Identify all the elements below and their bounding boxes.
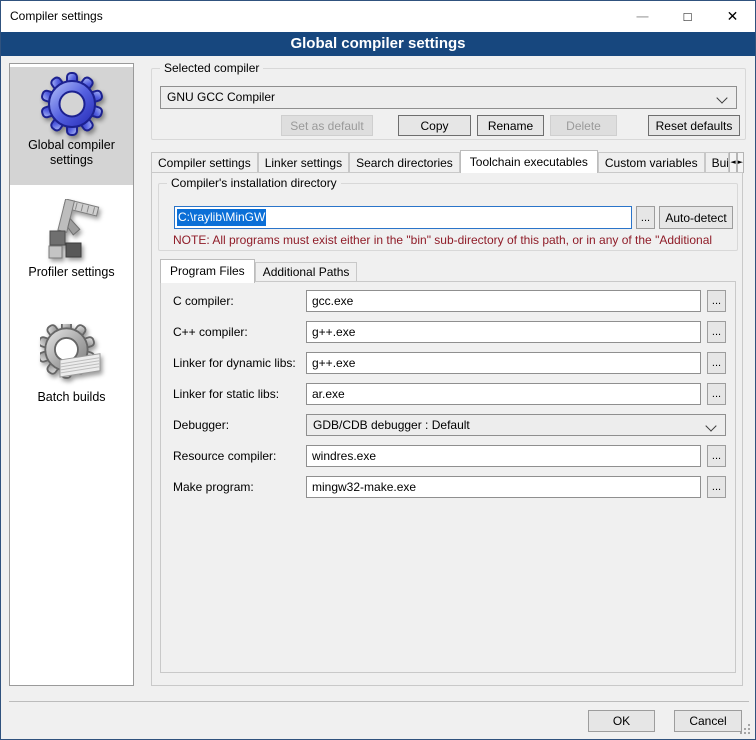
make-program-browse-button[interactable]: ... (707, 476, 726, 498)
set-as-default-button: Set as default (281, 115, 373, 136)
caption-buttons: — □ ✕ (620, 1, 755, 31)
sidebar-item-batch-builds[interactable]: Batch builds (10, 319, 133, 419)
minimize-button[interactable]: — (620, 1, 665, 31)
make-program-label: Make program: (173, 480, 254, 494)
footer-divider (9, 701, 749, 702)
blue-gear-icon (40, 72, 104, 136)
toolchain-executables-panel: Compiler's installation directory C:\ray… (151, 172, 743, 686)
cpp-compiler-label: C++ compiler: (173, 325, 248, 339)
window-title: Compiler settings (10, 9, 103, 23)
c-compiler-label: C compiler: (173, 294, 234, 308)
c-compiler-browse-button[interactable]: ... (707, 290, 726, 312)
program-files-panel: C compiler: ... C++ compiler: ... Linker… (160, 281, 736, 673)
selected-text: C:\raylib\MinGW (177, 209, 266, 226)
gray-gear-stack-icon (40, 324, 104, 388)
tab-program-files[interactable]: Program Files (160, 259, 255, 283)
ok-button[interactable]: OK (588, 710, 655, 732)
reset-defaults-button[interactable]: Reset defaults (648, 115, 740, 136)
group-label: Selected compiler (160, 61, 263, 75)
tab-compiler-settings[interactable]: Compiler settings (151, 152, 258, 173)
resize-grip[interactable] (748, 724, 750, 726)
dialog-banner-title: Global compiler settings (1, 32, 755, 56)
linker-dynamic-input[interactable] (306, 352, 701, 374)
cpp-compiler-browse-button[interactable]: ... (707, 321, 726, 343)
group-label: Compiler's installation directory (167, 176, 341, 190)
tab-toolchain-executables[interactable]: Toolchain executables (460, 150, 598, 173)
linker-static-browse-button[interactable]: ... (707, 383, 726, 405)
program-files-tabstrip: Program Files Additional Paths (160, 258, 357, 282)
tab-scroll-right-icon[interactable]: ► (737, 152, 744, 173)
auto-detect-button[interactable]: Auto-detect (659, 206, 733, 229)
tab-additional-paths[interactable]: Additional Paths (255, 262, 358, 282)
tab-custom-variables[interactable]: Custom variables (598, 152, 705, 173)
settings-tabstrip: Compiler settings Linker settings Search… (151, 149, 744, 173)
chevron-down-icon (716, 92, 727, 103)
installation-directory-input[interactable]: C:\raylib\MinGW (174, 206, 632, 229)
note-text: NOTE: All programs must exist either in … (173, 233, 735, 247)
delete-button: Delete (550, 115, 617, 136)
tab-scroll-left-icon[interactable]: ◄ (729, 152, 736, 173)
cancel-button[interactable]: Cancel (674, 710, 742, 732)
maximize-button[interactable]: □ (665, 1, 710, 31)
linker-dynamic-browse-button[interactable]: ... (707, 352, 726, 374)
sidebar-item-global-compiler-settings[interactable]: Global compiler settings (10, 67, 133, 185)
cpp-compiler-input[interactable] (306, 321, 701, 343)
debugger-dropdown[interactable]: GDB/CDB debugger : Default (306, 414, 726, 436)
settings-category-list: Global compiler settings Profiler settin… (9, 63, 134, 686)
resource-compiler-label: Resource compiler: (173, 449, 276, 463)
installation-directory-group: Compiler's installation directory C:\ray… (158, 183, 738, 251)
caliper-icon (40, 199, 104, 263)
debugger-value: GDB/CDB debugger : Default (313, 418, 470, 432)
sidebar-item-label: Batch builds (10, 390, 133, 411)
sidebar-item-label: Global compiler settings (10, 138, 133, 174)
linker-static-label: Linker for static libs: (173, 387, 279, 401)
close-button[interactable]: ✕ (710, 1, 755, 31)
compiler-settings-window: Compiler settings — □ ✕ Global compiler … (0, 0, 756, 740)
debugger-label: Debugger: (173, 418, 229, 432)
tab-linker-settings[interactable]: Linker settings (258, 152, 349, 173)
installation-directory-browse-button[interactable]: ... (636, 206, 655, 229)
rename-button[interactable]: Rename (477, 115, 544, 136)
c-compiler-input[interactable] (306, 290, 701, 312)
linker-dynamic-label: Linker for dynamic libs: (173, 356, 296, 370)
tab-search-directories[interactable]: Search directories (349, 152, 460, 173)
sidebar-item-profiler-settings[interactable]: Profiler settings (10, 194, 133, 296)
tab-build-options[interactable]: Build options (705, 152, 730, 173)
sidebar-item-label: Profiler settings (10, 265, 133, 286)
main-content: Selected compiler GNU GCC Compiler Set a… (146, 63, 749, 688)
titlebar: Compiler settings — □ ✕ (1, 1, 755, 32)
resource-compiler-browse-button[interactable]: ... (707, 445, 726, 467)
selected-compiler-group: Selected compiler GNU GCC Compiler Set a… (151, 68, 746, 140)
selected-compiler-value: GNU GCC Compiler (167, 90, 275, 104)
copy-button[interactable]: Copy (398, 115, 471, 136)
linker-static-input[interactable] (306, 383, 701, 405)
chevron-down-icon (705, 420, 716, 431)
make-program-input[interactable] (306, 476, 701, 498)
selected-compiler-dropdown[interactable]: GNU GCC Compiler (160, 86, 737, 109)
resource-compiler-input[interactable] (306, 445, 701, 467)
